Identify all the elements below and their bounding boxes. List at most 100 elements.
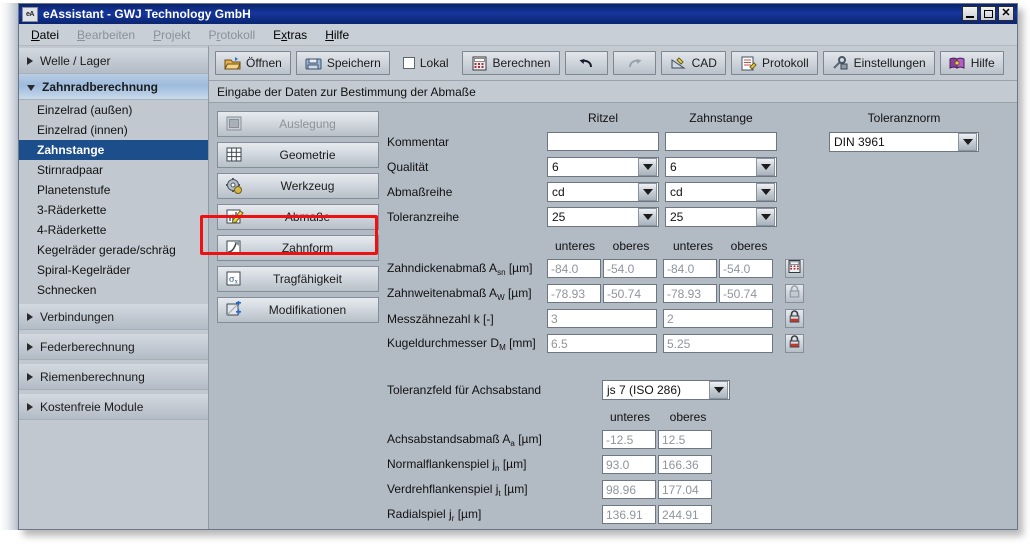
kugeldurchmesser-lock-button[interactable] bbox=[785, 334, 804, 353]
grid-icon bbox=[225, 146, 244, 164]
local-checkbox-group[interactable]: Lokal bbox=[395, 51, 457, 75]
kugeldurchmesser-zahnstange[interactable] bbox=[663, 334, 773, 353]
chevron-down-icon[interactable] bbox=[756, 158, 775, 176]
sidebar-item-label: Einzelrad (innen) bbox=[37, 123, 128, 137]
redo-button[interactable] bbox=[613, 51, 656, 75]
field-label-kommentar: Kommentar bbox=[387, 135, 547, 149]
sidebar-group-verbindungen[interactable]: Verbindungen bbox=[19, 304, 208, 330]
menu-datei[interactable]: DDateiatei bbox=[31, 28, 59, 42]
minimize-button[interactable] bbox=[962, 6, 978, 21]
status-text: Eingabe der Daten zur Bestimmung der Abm… bbox=[217, 85, 476, 99]
module-button-modifikationen[interactable]: Modifikationen bbox=[217, 297, 379, 323]
menu-protokoll[interactable]: Protokoll bbox=[208, 28, 255, 42]
field-label-achsabstandsabmass: Achsabstandsabmaß Aa [µm] bbox=[387, 432, 602, 448]
menu-projekt[interactable]: Projekt bbox=[153, 28, 190, 42]
achsabstandsabmass-unteres[interactable] bbox=[602, 430, 656, 449]
messzaehnezahl-ritzel[interactable] bbox=[547, 309, 657, 328]
toleranznorm-select[interactable]: DIN 3961 bbox=[829, 132, 979, 152]
undo-button[interactable] bbox=[565, 51, 608, 75]
settings-button[interactable]: Einstellungen bbox=[823, 51, 935, 75]
zahnweitenabmass-zahnstange-unteres[interactable] bbox=[663, 284, 717, 303]
sidebar-item-kegelraeder[interactable]: Kegelräder gerade/schräg bbox=[19, 240, 208, 260]
calculator-icon bbox=[471, 56, 488, 71]
sidebar-item-stirnradpaar[interactable]: Stirnradpaar bbox=[19, 160, 208, 180]
zahndickenabmass-calculator-button[interactable] bbox=[785, 259, 804, 278]
sidebar-item-3-raederkette[interactable]: 3-Räderkette bbox=[19, 200, 208, 220]
save-button[interactable]: Speichern bbox=[296, 51, 390, 75]
normalflankenspiel-unteres[interactable] bbox=[602, 455, 656, 474]
sidebar-item-label: Zahnstange bbox=[37, 143, 104, 157]
sidebar-item-einzelrad-aussen[interactable]: Einzelrad (außen) bbox=[19, 100, 208, 120]
chevron-down-icon[interactable] bbox=[638, 183, 657, 201]
abmassreihe-select-zahnstange[interactable]: cd bbox=[665, 182, 777, 202]
close-button[interactable]: ✕ bbox=[998, 6, 1014, 21]
local-label: Lokal bbox=[420, 56, 449, 70]
radialspiel-unteres[interactable] bbox=[602, 505, 656, 524]
chevron-down-icon[interactable] bbox=[638, 208, 657, 226]
field-label-zahnweitenabmass: Zahnweitenabmaß AW [µm] bbox=[387, 286, 547, 302]
menu-hilfe[interactable]: Hilfe bbox=[325, 28, 349, 42]
module-button-auslegung[interactable]: Auslegung bbox=[217, 111, 379, 137]
zahndickenabmass-zahnstange-unteres[interactable] bbox=[663, 259, 717, 278]
zahnweitenabmass-lock-button[interactable] bbox=[785, 284, 804, 303]
abmassreihe-select-ritzel[interactable]: cd bbox=[547, 182, 659, 202]
protocol-button[interactable]: Protokoll bbox=[731, 51, 818, 75]
zahndickenabmass-ritzel-unteres[interactable] bbox=[547, 259, 601, 278]
local-checkbox[interactable] bbox=[403, 57, 415, 69]
verdrehflankenspiel-oberes[interactable] bbox=[658, 480, 712, 499]
sidebar-item-einzelrad-innen[interactable]: Einzelrad (innen) bbox=[19, 120, 208, 140]
kugeldurchmesser-ritzel[interactable] bbox=[547, 334, 657, 353]
toleranzfeld-achsabstand-select[interactable]: js 7 (ISO 286) bbox=[602, 380, 730, 400]
lock-icon bbox=[788, 310, 801, 328]
cad-button[interactable]: CAD bbox=[661, 51, 726, 75]
kommentar-input-ritzel[interactable] bbox=[547, 132, 659, 151]
help-button[interactable]: Hilfe bbox=[940, 51, 1004, 75]
qualitaet-select-zahnstange[interactable]: 6 bbox=[665, 157, 777, 177]
toleranzreihe-select-zahnstange[interactable]: 25 bbox=[665, 207, 777, 227]
sidebar-group-zahnradberechnung[interactable]: Zahnradberechnung bbox=[19, 74, 208, 100]
menu-bearbeiten[interactable]: Bearbeiten bbox=[77, 28, 135, 42]
calculate-button[interactable]: Berechnen bbox=[462, 51, 560, 75]
sidebar-group-welle-lager[interactable]: Welle / Lager bbox=[19, 48, 208, 74]
zahnweitenabmass-ritzel-unteres[interactable] bbox=[547, 284, 601, 303]
achsabstandsabmass-oberes[interactable] bbox=[658, 430, 712, 449]
sidebar-group-federberechnung[interactable]: Federberechnung bbox=[19, 334, 208, 360]
normalflankenspiel-oberes[interactable] bbox=[658, 455, 712, 474]
zahndickenabmass-ritzel-oberes[interactable] bbox=[603, 259, 657, 278]
field-label-toleranzfeld-achsabstand: Toleranzfeld für Achsabstand bbox=[387, 383, 602, 397]
qualitaet-select-ritzel[interactable]: 6 bbox=[547, 157, 659, 177]
chevron-down-icon[interactable] bbox=[958, 133, 977, 151]
maximize-button[interactable] bbox=[980, 6, 996, 21]
chevron-down-icon[interactable] bbox=[756, 208, 775, 226]
chevron-down-icon[interactable] bbox=[709, 381, 728, 399]
sidebar-item-schnecken[interactable]: Schnecken bbox=[19, 280, 208, 300]
sidebar-group-label: Verbindungen bbox=[40, 310, 114, 324]
chevron-down-icon[interactable] bbox=[756, 183, 775, 201]
sidebar-group-riemenberechnung[interactable]: Riemenberechnung bbox=[19, 364, 208, 390]
module-button-zahnform[interactable]: Zahnform bbox=[217, 235, 379, 261]
kommentar-input-zahnstange[interactable] bbox=[665, 132, 777, 151]
sidebar-item-zahnstange[interactable]: Zahnstange bbox=[19, 140, 208, 160]
module-button-tragfaehigkeit[interactable]: σx Tragfähigkeit bbox=[217, 266, 379, 292]
toleranzreihe-select-ritzel[interactable]: 25 bbox=[547, 207, 659, 227]
messzaehnezahl-zahnstange[interactable] bbox=[663, 309, 773, 328]
zahnweitenabmass-zahnstange-oberes[interactable] bbox=[719, 284, 773, 303]
module-button-abmasse[interactable]: Abmaße bbox=[217, 204, 379, 230]
chevron-down-icon[interactable] bbox=[638, 158, 657, 176]
sidebar-group-kostenfreie-module[interactable]: Kostenfreie Module bbox=[19, 394, 208, 420]
sidebar-item-4-raederkette[interactable]: 4-Räderkette bbox=[19, 220, 208, 240]
verdrehflankenspiel-unteres[interactable] bbox=[602, 480, 656, 499]
folder-open-icon bbox=[224, 56, 241, 71]
zahnweitenabmass-ritzel-oberes[interactable] bbox=[603, 284, 657, 303]
radialspiel-oberes[interactable] bbox=[658, 505, 712, 524]
abmassreihe-value-zahnstange: cd bbox=[666, 185, 756, 199]
menu-extras[interactable]: Extras bbox=[273, 28, 307, 42]
zahndickenabmass-zahnstange-oberes[interactable] bbox=[719, 259, 773, 278]
sidebar-item-planetenstufe[interactable]: Planetenstufe bbox=[19, 180, 208, 200]
sidebar-item-spiral-kegelraeder[interactable]: Spiral-Kegelräder bbox=[19, 260, 208, 280]
redo-icon bbox=[626, 56, 643, 71]
module-button-geometrie[interactable]: Geometrie bbox=[217, 142, 379, 168]
open-button[interactable]: Öffnen bbox=[215, 51, 291, 75]
module-button-werkzeug[interactable]: Werkzeug bbox=[217, 173, 379, 199]
messzaehnezahl-lock-button[interactable] bbox=[785, 309, 804, 328]
